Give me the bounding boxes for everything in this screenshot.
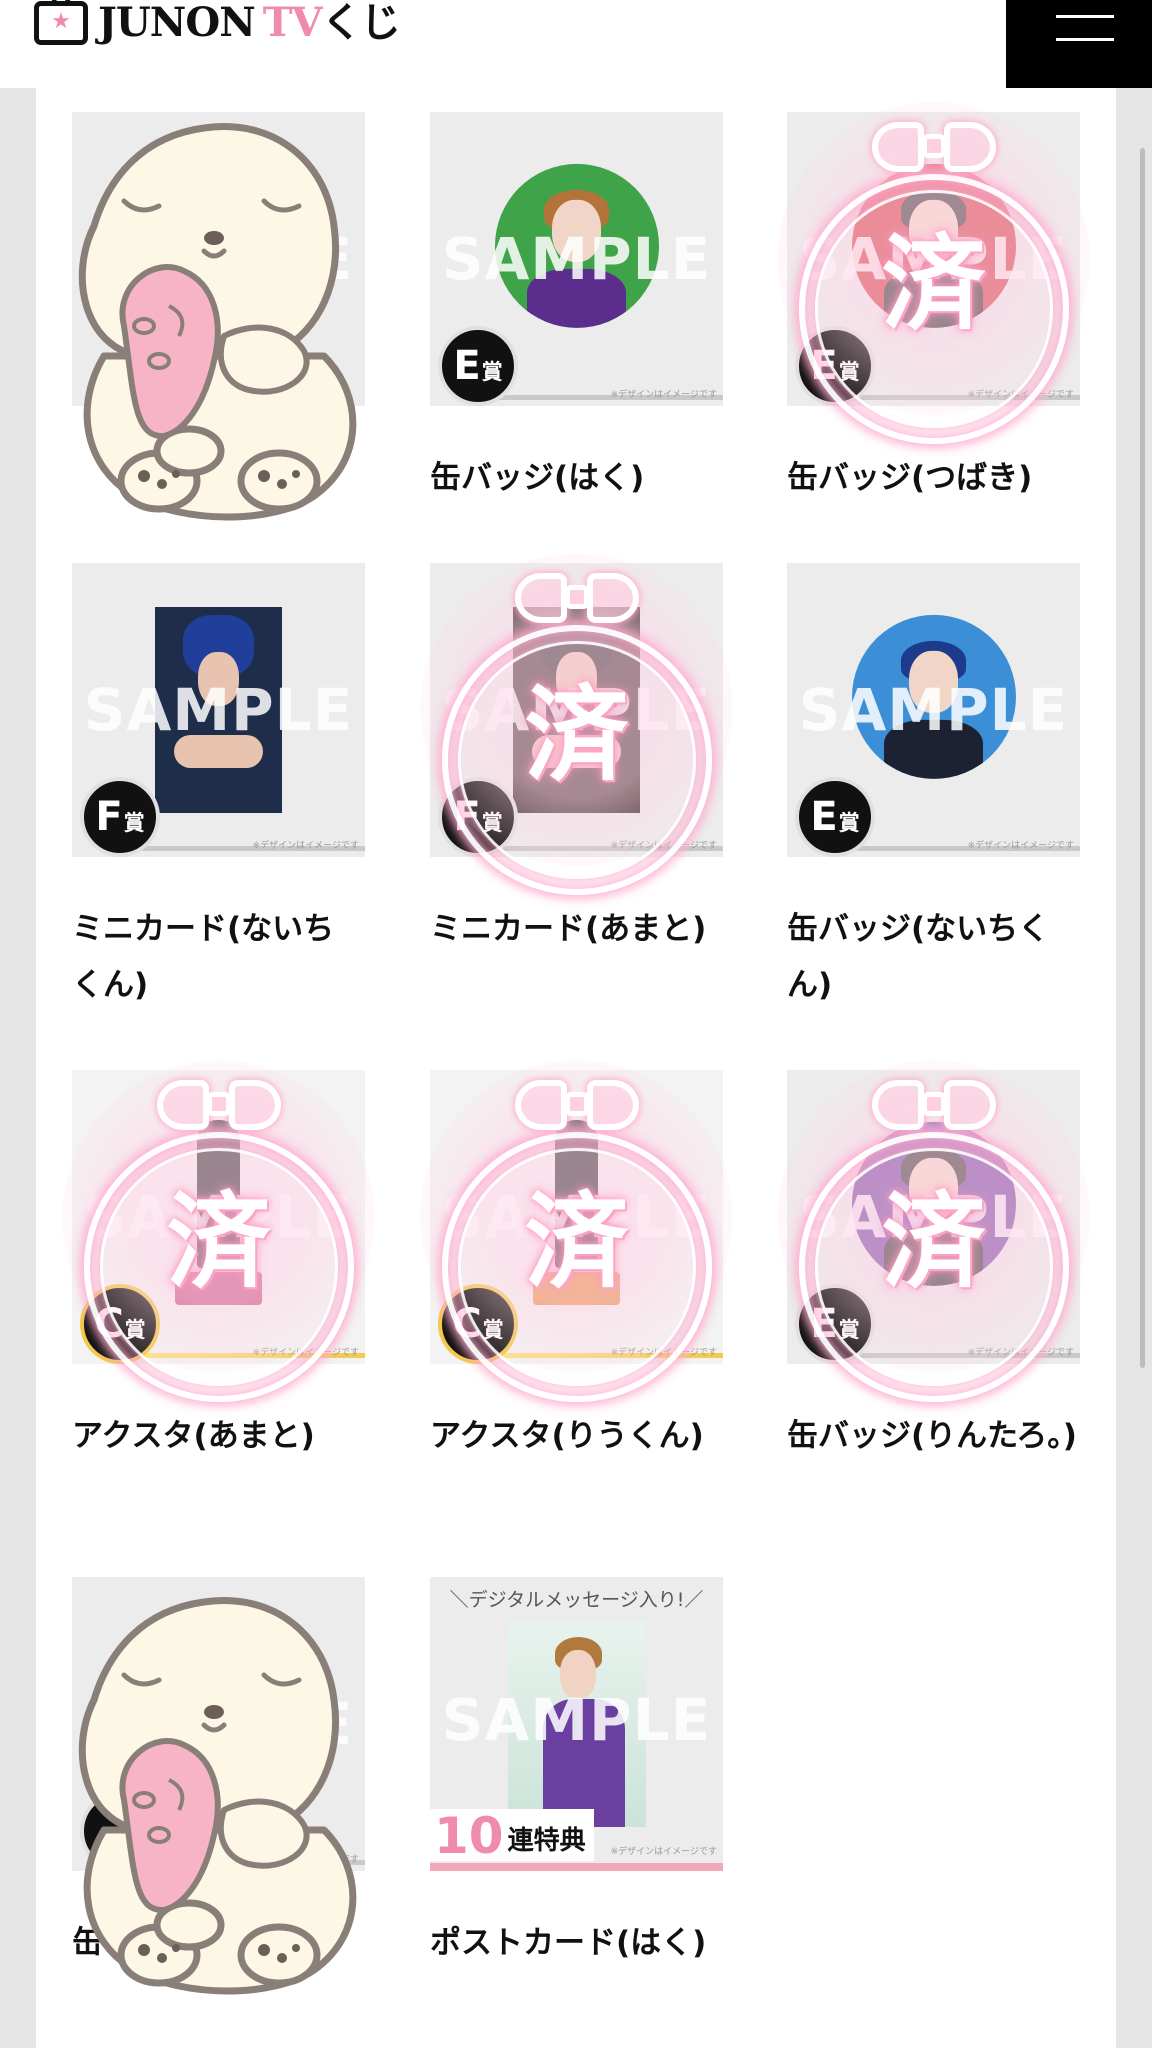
- prize-title: アクスタ(りうくん): [430, 1418, 704, 1454]
- logo-kuji-text: くじ: [321, 0, 401, 46]
- sample-watermark: SAMPLE: [798, 676, 1069, 744]
- prize-card[interactable]: SAMPLE ※デザインはイメージです E賞 済 缶バッジ(りんたろ。): [777, 1060, 1090, 1464]
- sold-out-stamp-icon: 済: [420, 553, 733, 895]
- sold-out-stamp-icon: 済: [62, 1060, 375, 1402]
- logo-brand: JUNON: [98, 0, 256, 46]
- prize-card[interactable]: SAMPLE ※デザインはイメージです E賞 缶バッジ(ないちくん): [787, 563, 1080, 1013]
- prize-image: SAMPLE ※デザインはイメージです F賞: [72, 563, 365, 857]
- sold-out-stamp-icon: 済: [420, 1060, 733, 1402]
- scrollbar[interactable]: [1140, 148, 1145, 1368]
- sample-watermark: SAMPLE: [83, 676, 354, 744]
- prize-rank-badge: E賞: [438, 326, 518, 406]
- prize-title: 缶バッジ(ないちくん): [787, 911, 1050, 1003]
- logo-tv-text: TV: [262, 0, 323, 46]
- tv-icon: ★: [34, 1, 88, 45]
- prize-rank-badge: E賞: [795, 777, 875, 857]
- sold-out-stamp-icon: 済: [777, 1060, 1090, 1402]
- image-note: ※デザインはイメージです: [967, 841, 1074, 851]
- site-header: ★ JUNON TVくじ: [0, 0, 1152, 88]
- prize-rank-badge: F賞: [80, 777, 160, 857]
- prize-card[interactable]: SAMPLE ※デザインはイメージです F賞 済 ミニカード(あまと): [420, 553, 733, 957]
- prize-image: SAMPLE ※デザインはイメージです E賞: [430, 112, 723, 406]
- sample-watermark: SAMPLE: [441, 225, 712, 293]
- dog-mascot-icon: [78, 123, 357, 521]
- menu-line-icon: [1056, 15, 1114, 18]
- site-logo[interactable]: ★ JUNON TVくじ: [34, 0, 401, 46]
- hamburger-menu-button[interactable]: [1006, 0, 1152, 88]
- sold-out-stamp-icon: 済: [777, 102, 1090, 444]
- menu-line-icon: [1056, 38, 1114, 41]
- bonus-number: 10: [434, 1807, 504, 1865]
- image-note: ※デザインはイメージです: [610, 390, 717, 400]
- prize-card[interactable]: ＼デジタルメッセージ入り!／ SAMPLE ※デザインはイメージです 10 連特…: [430, 1577, 723, 1971]
- prize-image: ＼デジタルメッセージ入り!／ SAMPLE ※デザインはイメージです 10 連特…: [430, 1577, 723, 1871]
- prize-title: アクスタ(あまと): [72, 1418, 315, 1454]
- digital-message-label: ＼デジタルメッセージ入り!／: [449, 1589, 704, 1611]
- image-note: ※デザインはイメージです: [610, 1847, 717, 1857]
- prize-title: ミニカード(あまと): [430, 911, 707, 947]
- prize-title: 缶バッジ(りんたろ。): [787, 1418, 1077, 1454]
- prize-image: SAMPLE ※デザインはイメージです E賞: [787, 563, 1080, 857]
- bonus-label: 10 連特典: [430, 1809, 594, 1861]
- prize-title: ミニカード(ないちくん): [72, 911, 335, 1003]
- prize-card[interactable]: SAMPLE ※デザインはイメージです E賞 缶バッジ(はく): [430, 112, 723, 506]
- prize-card[interactable]: SAMPLE ※デザインはイメージです F賞 ミニカード(ないちくん): [72, 563, 365, 1013]
- prize-title: 缶バッジ(はく): [430, 460, 645, 496]
- logo-text: JUNON TVくじ: [98, 0, 401, 46]
- dog-mascot-icon: [78, 1597, 357, 1995]
- prize-title: 缶バッジ(つばき): [787, 460, 1033, 496]
- prize-title: ポストカード(はく): [430, 1925, 707, 1961]
- image-note: ※デザインはイメージです: [252, 841, 359, 851]
- sample-watermark: SAMPLE: [441, 1686, 712, 1754]
- prize-card[interactable]: SAMPLE ※デザインはイメージです E賞 済 缶バッジ(つばき): [777, 102, 1090, 506]
- prize-card[interactable]: SAMPLE ※デザインはイメージです C賞 済 アクスタ(あまと): [62, 1060, 375, 1464]
- prize-card[interactable]: SAMPLE ※デザインはイメージです C賞 済 アクスタ(りうくん): [420, 1060, 733, 1464]
- bonus-text: 連特典: [507, 1826, 586, 1856]
